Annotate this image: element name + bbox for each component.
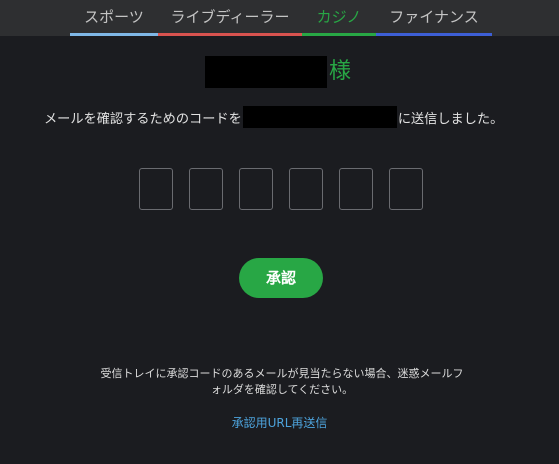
- tab-sports[interactable]: スポーツ: [70, 0, 158, 36]
- code-digit-6[interactable]: [389, 168, 423, 210]
- greeting: 様: [205, 56, 351, 88]
- honorific: 様: [329, 59, 352, 84]
- spam-folder-note: 受信トレイに承認コードのあるメールが見当たらない場合、迷惑メールフォルダを確認し…: [100, 367, 464, 396]
- tab-casino[interactable]: カジノ: [302, 0, 376, 36]
- code-inputs: [139, 168, 423, 210]
- tab-underline: [302, 33, 376, 36]
- message-before: メールを確認するためのコードを: [44, 111, 242, 127]
- tab-label: ライブディーラー: [170, 8, 290, 26]
- tab-label: スポーツ: [84, 8, 144, 26]
- verification-page: スポーツ ライブディーラー カジノ ファイナンス 様 メールを確認するためのコー…: [0, 0, 559, 464]
- tab-label: ファイナンス: [389, 8, 479, 26]
- redacted-username: [205, 56, 327, 88]
- redacted-email: [242, 106, 397, 128]
- tab-finance[interactable]: ファイナンス: [376, 0, 492, 36]
- resend-url-link: 承認用URL再送信: [0, 414, 559, 431]
- code-digit-5[interactable]: [339, 168, 373, 210]
- top-nav: スポーツ ライブディーラー カジノ ファイナンス: [0, 0, 559, 36]
- tab-underline: [376, 33, 492, 36]
- tab-underline: [70, 33, 158, 36]
- tab-label: カジノ: [316, 8, 362, 26]
- tab-underline: [158, 33, 302, 36]
- tab-live-dealer[interactable]: ライブディーラー: [158, 0, 302, 36]
- message-after: に送信しました。: [397, 111, 504, 127]
- sent-message: メールを確認するためのコードを に送信しました。: [44, 106, 503, 128]
- approve-button[interactable]: 承認: [239, 258, 323, 298]
- resend-link-label[interactable]: 承認用URL再送信: [232, 416, 328, 430]
- code-digit-1[interactable]: [139, 168, 173, 210]
- code-digit-2[interactable]: [189, 168, 223, 210]
- code-digit-3[interactable]: [239, 168, 273, 210]
- code-digit-4[interactable]: [289, 168, 323, 210]
